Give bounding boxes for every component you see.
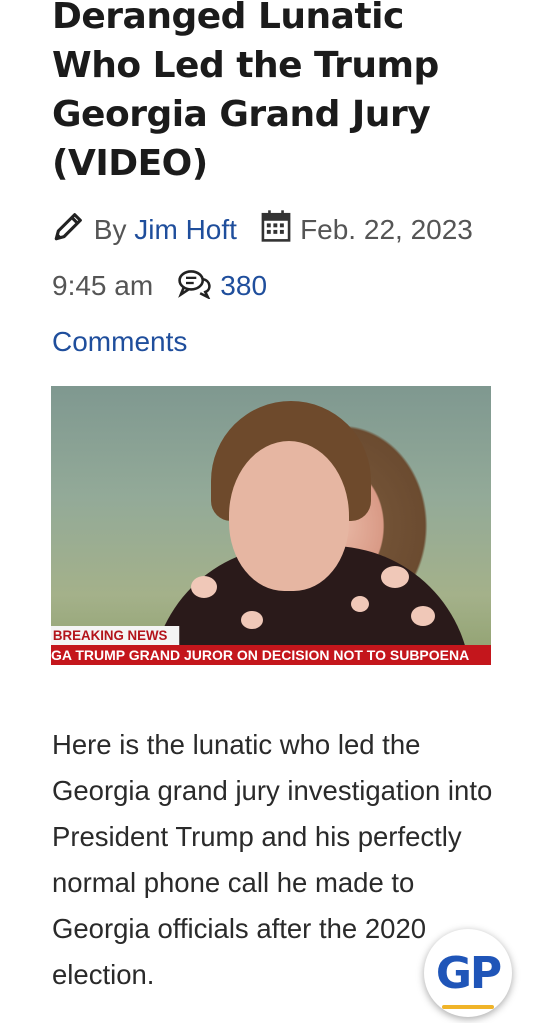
breaking-news-label: BREAKING NEWS — [51, 626, 179, 645]
title-line: Georgia Grand Jury — [52, 94, 431, 135]
calendar-icon — [260, 208, 292, 260]
date-part1: Feb. 22, — [300, 214, 403, 245]
pencil-icon — [52, 208, 86, 260]
byline-prefix: By — [93, 214, 127, 245]
comments-icon — [177, 264, 213, 316]
title-line: Deranged Lunatic — [52, 0, 404, 37]
article-meta: By Jim Hoft Feb. 22, 2023 9:45 am 380 Co… — [52, 204, 492, 368]
article-title: Deranged Lunatic Who Led the Trump Georg… — [52, 0, 512, 188]
author-link[interactable]: Jim Hoft — [134, 214, 237, 245]
hero-face — [229, 441, 349, 591]
gp-logo-button[interactable]: GP — [424, 929, 512, 1017]
title-line: Who Led the Trump — [52, 45, 439, 86]
hero-video-thumbnail[interactable]: BREAKING NEWS GA TRUMP GRAND JUROR ON DE… — [51, 386, 491, 665]
comments-link[interactable]: Comments — [52, 326, 187, 357]
news-ticker: GA TRUMP GRAND JUROR ON DECISION NOT TO … — [51, 645, 491, 665]
gp-logo-accent — [442, 1005, 494, 1009]
comments-count-link[interactable]: 380 — [220, 270, 267, 301]
gp-logo-text: GP — [435, 947, 502, 999]
title-line: (VIDEO) — [52, 143, 208, 184]
